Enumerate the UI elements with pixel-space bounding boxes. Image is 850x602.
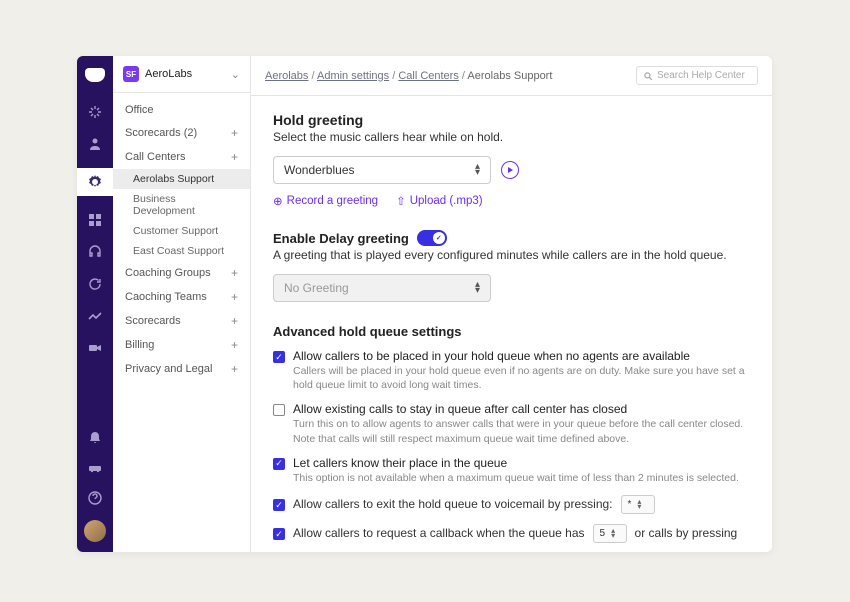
sparkle-icon[interactable] (87, 104, 103, 120)
crumb-admin[interactable]: Admin settings (317, 70, 389, 82)
headset-icon[interactable] (87, 244, 103, 260)
grid-icon[interactable] (87, 212, 103, 228)
sidebar-nav: Office Scorecards (2)+ Call Centers+ Aer… (113, 93, 250, 387)
opt-no-agents: Allow callers to be placed in your hold … (273, 349, 750, 392)
gear-icon[interactable] (77, 168, 113, 196)
hold-title: Hold greeting (273, 112, 750, 128)
plus-icon[interactable]: + (231, 150, 238, 164)
org-badge: SF (123, 66, 139, 82)
app-logo (85, 68, 105, 82)
car-icon[interactable] (87, 460, 103, 476)
bell-icon[interactable] (87, 430, 103, 446)
voicemail-key-select[interactable]: * ▴▾ (621, 495, 655, 514)
checkbox[interactable] (273, 404, 285, 416)
upload-mp3-link[interactable]: ⇧ Upload (.mp3) (396, 194, 483, 208)
opt-callback: Allow callers to request a callback when… (273, 524, 750, 543)
play-button[interactable] (501, 161, 519, 179)
sort-icon: ▴▾ (637, 499, 641, 509)
sidebar-sub-aerolabs-support[interactable]: Aerolabs Support (113, 169, 250, 189)
upload-icon: ⇧ (396, 194, 406, 208)
main: Aerolabs / Admin settings / Call Centers… (251, 56, 772, 552)
hold-music-select[interactable]: Wonderblues ▴▾ (273, 156, 491, 184)
sidebar-item-billing[interactable]: Billing+ (113, 333, 250, 357)
sidebar-item-scorecards[interactable]: Scorecards+ (113, 309, 250, 333)
opt-voicemail: Allow callers to exit the hold queue to … (273, 495, 750, 514)
sort-icon: ▴▾ (475, 282, 480, 294)
plus-icon[interactable]: + (231, 314, 238, 328)
org-switcher[interactable]: SF AeroLabs ⌄ (113, 56, 250, 93)
opt-queue-place: Let callers know their place in the queu… (273, 456, 750, 485)
sidebar-item-scorecards2[interactable]: Scorecards (2)+ (113, 121, 250, 145)
plus-icon[interactable]: + (231, 290, 238, 304)
content: Hold greeting Select the music callers h… (251, 96, 772, 552)
help-icon[interactable] (87, 490, 103, 506)
app-shell: SF AeroLabs ⌄ Office Scorecards (2)+ Cal… (77, 56, 772, 552)
sidebar-sub-customer-support[interactable]: Customer Support (113, 221, 250, 241)
crumb-aerolabs[interactable]: Aerolabs (265, 70, 308, 82)
plus-icon[interactable]: + (231, 362, 238, 376)
video-icon[interactable] (87, 340, 103, 356)
refresh-icon[interactable] (87, 276, 103, 292)
callback-count-select[interactable]: 5 ▴▾ (593, 524, 627, 543)
trend-icon[interactable] (87, 308, 103, 324)
checkbox[interactable] (273, 458, 285, 470)
chevron-down-icon: ⌄ (231, 68, 240, 81)
crumb-callcenters[interactable]: Call Centers (398, 70, 459, 82)
sidebar-item-coaching-groups[interactable]: Coaching Groups+ (113, 261, 250, 285)
sidebar-item-callcenters[interactable]: Call Centers+ (113, 145, 250, 169)
sidebar-sub-east-coast[interactable]: East Coast Support (113, 241, 250, 261)
avatar[interactable] (84, 520, 106, 542)
sort-icon: ▴▾ (475, 164, 480, 176)
sidebar: SF AeroLabs ⌄ Office Scorecards (2)+ Cal… (113, 56, 251, 552)
breadcrumb: Aerolabs / Admin settings / Call Centers… (265, 70, 636, 82)
delay-sub: A greeting that is played every configur… (273, 248, 750, 262)
crumb-current: Aerolabs Support (467, 70, 552, 82)
sort-icon: ▴▾ (611, 528, 615, 538)
checkbox[interactable] (273, 351, 285, 363)
record-icon: ⊕ (273, 194, 283, 208)
topbar: Aerolabs / Admin settings / Call Centers… (251, 56, 772, 96)
nav-rail (77, 56, 113, 552)
sidebar-item-office[interactable]: Office (113, 99, 250, 121)
plus-icon[interactable]: + (231, 338, 238, 352)
hold-sub: Select the music callers hear while on h… (273, 130, 750, 144)
sidebar-item-privacy[interactable]: Privacy and Legal+ (113, 357, 250, 381)
sidebar-item-coaching-teams[interactable]: Caoching Teams+ (113, 285, 250, 309)
plus-icon[interactable]: + (231, 266, 238, 280)
search-icon (643, 71, 653, 81)
search-input[interactable]: Search Help Center (636, 66, 758, 85)
delay-title: Enable Delay greeting (273, 231, 409, 246)
record-greeting-link[interactable]: ⊕ Record a greeting (273, 194, 378, 208)
opt-after-close: Allow existing calls to stay in queue af… (273, 402, 750, 445)
advanced-title: Advanced hold queue settings (273, 324, 750, 339)
user-icon[interactable] (87, 136, 103, 152)
sidebar-sub-bizdev[interactable]: Business Development (113, 189, 250, 221)
delay-greeting-select[interactable]: No Greeting ▴▾ (273, 274, 491, 302)
delay-toggle[interactable] (417, 230, 447, 246)
checkbox[interactable] (273, 499, 285, 511)
plus-icon[interactable]: + (231, 126, 238, 140)
org-name: AeroLabs (145, 68, 231, 80)
checkbox[interactable] (273, 528, 285, 540)
